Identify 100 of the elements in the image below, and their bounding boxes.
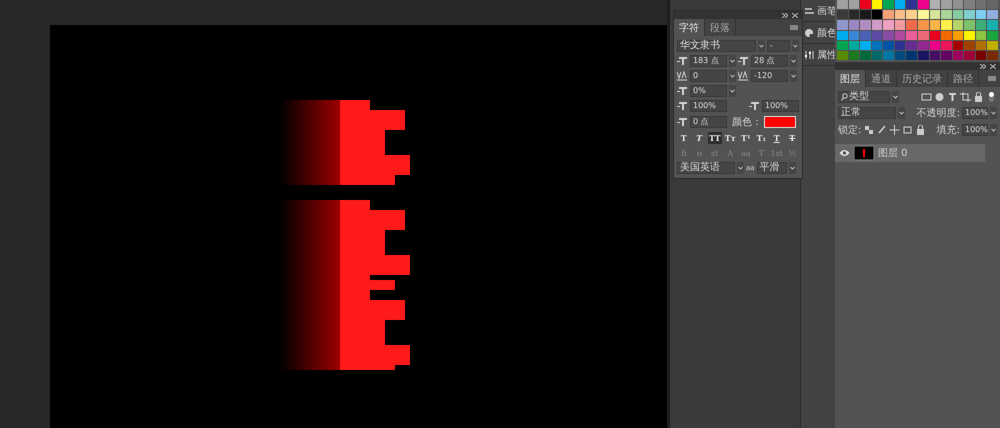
tsume-caret-icon[interactable] <box>729 85 736 97</box>
font-size-field[interactable]: 183 点 <box>690 55 727 67</box>
color-swatch[interactable] <box>906 0 917 10</box>
color-swatch[interactable] <box>976 50 986 60</box>
color-swatch[interactable] <box>964 40 975 50</box>
half-circle-icon[interactable] <box>934 92 945 102</box>
color-swatch[interactable] <box>941 40 952 50</box>
color-swatch[interactable] <box>952 10 964 20</box>
vertical-scale-field[interactable]: 100% <box>690 100 727 112</box>
color-swatch[interactable] <box>848 50 860 60</box>
color-swatch[interactable] <box>883 20 894 30</box>
leading-field[interactable]: 28 点 <box>751 55 788 67</box>
font-style-field[interactable]: - <box>766 40 790 52</box>
lock-icon[interactable] <box>973 92 984 102</box>
opacity-caret-icon[interactable] <box>990 107 997 119</box>
panel-tab[interactable]: 图层 <box>835 70 866 87</box>
type-style-button[interactable]: T <box>786 132 799 144</box>
color-swatch[interactable] <box>883 0 894 10</box>
tracking-caret-icon[interactable] <box>790 70 797 82</box>
crop-icon[interactable] <box>960 92 971 102</box>
color-swatch[interactable] <box>941 0 952 10</box>
color-swatch[interactable] <box>848 10 860 20</box>
color-swatch[interactable] <box>860 10 871 20</box>
eye-icon[interactable] <box>839 148 850 158</box>
color-swatch[interactable] <box>894 10 906 20</box>
language-field[interactable]: 美国英语 <box>677 162 735 174</box>
color-swatch[interactable] <box>976 40 986 50</box>
color-swatch[interactable] <box>872 10 882 20</box>
collapse-icon[interactable] <box>782 12 788 18</box>
color-swatch[interactable] <box>837 0 848 10</box>
color-swatch[interactable] <box>976 20 986 30</box>
color-swatch[interactable] <box>976 10 986 20</box>
color-swatch[interactable] <box>964 50 975 60</box>
filter-caret-icon[interactable] <box>892 91 899 103</box>
type-style-button[interactable]: T <box>692 132 706 144</box>
font-style-caret-icon[interactable] <box>792 40 799 52</box>
color-swatch[interactable] <box>964 0 975 10</box>
color-swatch[interactable] <box>930 50 940 60</box>
blend-mode-field[interactable]: 正常 <box>838 107 896 119</box>
close-icon[interactable] <box>792 12 798 18</box>
color-swatch[interactable] <box>952 20 964 30</box>
tracking-field[interactable]: -120 <box>751 70 788 82</box>
type-style-button[interactable]: T <box>677 132 690 144</box>
color-swatch[interactable] <box>930 10 940 20</box>
color-swatch[interactable] <box>930 0 940 10</box>
color-swatch[interactable] <box>976 30 986 40</box>
tsume-field[interactable]: 0% <box>690 85 727 97</box>
horizontal-scale-field[interactable]: 100% <box>762 100 799 112</box>
color-swatch[interactable] <box>894 50 906 60</box>
kerning-field[interactable]: 0 <box>690 70 727 82</box>
layer-row[interactable]: 图层 0 <box>835 144 985 162</box>
color-swatch[interactable] <box>918 0 929 10</box>
color-swatch[interactable] <box>918 20 929 30</box>
text-color-swatch[interactable] <box>764 116 796 128</box>
color-swatch[interactable] <box>941 10 952 20</box>
color-swatch[interactable] <box>894 30 906 40</box>
close-icon[interactable] <box>990 64 996 68</box>
font-family-caret-icon[interactable] <box>758 40 765 52</box>
color-swatch[interactable] <box>918 10 929 20</box>
color-swatch[interactable] <box>837 20 848 30</box>
color-swatch[interactable] <box>860 40 871 50</box>
color-swatch[interactable] <box>952 40 964 50</box>
color-swatch[interactable] <box>872 0 882 10</box>
color-swatch[interactable] <box>883 40 894 50</box>
filter-field[interactable]: 类型 <box>838 91 890 103</box>
color-swatch[interactable] <box>941 30 952 40</box>
type-style-button[interactable]: T <box>770 132 784 144</box>
type-style-button[interactable]: TT <box>708 132 722 144</box>
color-swatch[interactable] <box>883 10 894 20</box>
color-swatch[interactable] <box>930 20 940 30</box>
color-swatch[interactable] <box>930 30 940 40</box>
color-swatch[interactable] <box>906 30 917 40</box>
type-style-button[interactable]: T₁ <box>754 132 768 144</box>
type-style-button[interactable]: Tт <box>724 132 737 144</box>
color-swatch[interactable] <box>941 50 952 60</box>
color-swatch[interactable] <box>906 40 917 50</box>
type-icon[interactable] <box>947 92 958 102</box>
color-swatch[interactable] <box>952 0 964 10</box>
color-swatch[interactable] <box>848 30 860 40</box>
color-swatch[interactable] <box>860 0 871 10</box>
checker-icon[interactable] <box>863 125 874 135</box>
color-swatch[interactable] <box>848 40 860 50</box>
collapse-icon[interactable] <box>980 64 986 68</box>
color-swatch[interactable] <box>952 50 964 60</box>
color-swatch[interactable] <box>837 40 848 50</box>
image-icon[interactable] <box>921 92 932 102</box>
color-swatch[interactable] <box>941 20 952 30</box>
color-swatch[interactable] <box>860 20 871 30</box>
color-swatch[interactable] <box>930 40 940 50</box>
color-swatch[interactable] <box>964 10 975 20</box>
color-swatch[interactable] <box>987 40 998 50</box>
color-swatch[interactable] <box>860 30 871 40</box>
antialias-caret-icon[interactable] <box>788 162 796 174</box>
color-swatch[interactable] <box>848 0 860 10</box>
color-swatch[interactable] <box>894 40 906 50</box>
color-swatch[interactable] <box>860 50 871 60</box>
color-swatch[interactable] <box>964 20 975 30</box>
color-swatch[interactable] <box>872 40 882 50</box>
color-swatch[interactable] <box>837 30 848 40</box>
color-swatch[interactable] <box>906 10 917 20</box>
